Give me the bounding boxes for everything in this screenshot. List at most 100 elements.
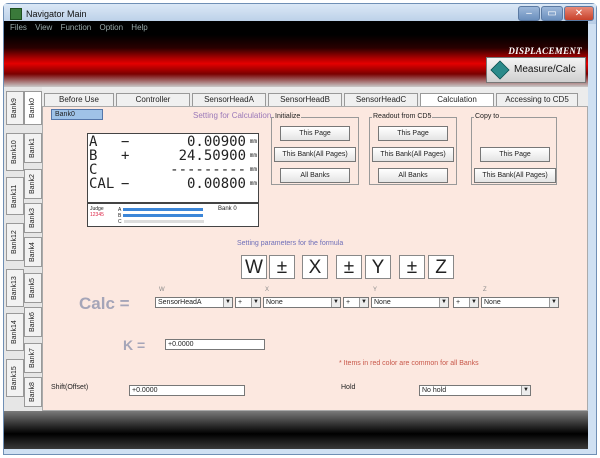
bank-tab-7[interactable]: Bank7 [24,343,42,373]
bank-tab-12[interactable]: Bank12 [6,223,24,261]
judge-digits: 12345 [90,212,104,218]
calc-w-value: SensorHeadA [158,299,202,306]
hold-select[interactable]: No hold ▼ [419,385,531,396]
copyto-title: Copy to [474,113,501,120]
bank-tab-3[interactable]: Bank3 [24,203,42,233]
tab-sensorhead-b[interactable]: SensorHeadB [268,93,342,106]
measure-calc-icon [490,60,510,80]
copy-this-bank-button[interactable]: This Bank(All Pages) [474,168,556,183]
calc-op1-select[interactable]: + ▼ [235,297,261,308]
lcd-row: CAL − 0.00800 mm [89,177,258,191]
readout-title: Readout from CD5 [372,113,433,120]
level-bars: A B C [118,207,210,225]
initialize-this-page-button[interactable]: This Page [280,126,350,141]
copy-this-page-button[interactable]: This Page [480,147,550,162]
tab-sensorhead-c[interactable]: SensorHeadC [344,93,418,106]
dropdown-arrow-icon: ▼ [223,298,232,307]
lcd-sign: + [121,148,130,164]
calculation-panel: Bank0 Setting for Calculation A − 0.0090… [42,106,588,411]
calc-y-select[interactable]: None ▼ [371,297,449,308]
lcd-label: C [89,162,98,178]
page-heading: Setting for Calculation [193,111,272,120]
menu-option[interactable]: Option [99,21,123,35]
readout-all-banks-button[interactable]: All Banks [378,168,448,183]
lcd-row: C --------- mm [89,163,258,177]
readout-group: Readout from CD5 This Page This Bank(All… [369,113,457,185]
formula-w: W [241,255,267,279]
menu-view[interactable]: View [35,21,52,35]
bank-indicator: Bank0 [51,109,103,120]
menu-help[interactable]: Help [131,21,147,35]
tab-controller[interactable]: Controller [116,93,190,106]
readout-this-bank-button[interactable]: This Bank(All Pages) [372,147,454,162]
level-bar-b [123,213,204,217]
initialize-all-banks-button[interactable]: All Banks [280,168,350,183]
initialize-this-bank-button[interactable]: This Bank(All Pages) [274,147,356,162]
lcd-value: --------- [170,162,246,178]
tab-before-use[interactable]: Before Use [44,93,114,106]
bank-tab-11[interactable]: Bank11 [6,177,24,215]
bank-tab-9[interactable]: Bank9 [6,91,24,125]
shift-input[interactable]: +0.0000 [129,385,245,396]
calc-y-value: None [374,299,391,306]
dropdown-arrow-icon: ▼ [359,298,368,307]
lcd-value: 24.50900 [178,148,246,164]
calc-letter-w: W [159,287,165,293]
bank-tab-1[interactable]: Bank1 [24,133,42,163]
bank-tab-5[interactable]: Bank5 [24,273,42,303]
window-title: Navigator Main [26,9,87,19]
dropdown-arrow-icon: ▼ [521,386,530,395]
dropdown-arrow-icon: ▼ [469,298,478,307]
tab-calculation[interactable]: Calculation [420,93,494,106]
calc-z-select[interactable]: None ▼ [481,297,559,308]
initialize-group: Initialize This Page This Bank(All Pages… [271,113,359,185]
calc-x-select[interactable]: None ▼ [263,297,341,308]
calc-letter-y: Y [373,287,378,293]
menu-files[interactable]: Files [10,21,27,35]
lcd-value: 0.00900 [186,134,246,150]
lcd-value: 0.00800 [186,176,246,192]
readout-this-page-button[interactable]: This Page [378,126,448,141]
lcd-sign: − [121,134,130,150]
calc-letter-x: X [265,287,270,293]
bank-tab-13[interactable]: Bank13 [6,269,24,307]
maximize-button[interactable]: ▭ [541,6,563,21]
bank-tab-4[interactable]: Bank4 [24,237,42,267]
formula-pm: ± [336,255,362,279]
lcd-bank-readout: Bank 0 [218,206,237,212]
lcd-unit: mm [249,166,257,173]
tab-sensorhead-a[interactable]: SensorHeadA [192,93,266,106]
close-button[interactable]: ✕ [564,6,594,21]
calc-op2-value: + [346,299,351,306]
k-input[interactable]: +0.0000 [165,339,265,350]
calc-label: Calc = [79,294,130,313]
bank-tab-6[interactable]: Bank6 [24,307,42,337]
calc-op2-select[interactable]: + ▼ [343,297,369,308]
measure-calc-button[interactable]: Measure/Calc [486,57,586,83]
red-items-note: * Items in red color are common for all … [339,360,479,367]
dropdown-arrow-icon: ▼ [251,298,260,307]
bank-tab-2[interactable]: Bank2 [24,169,42,199]
level-bar-a [123,207,204,211]
content-area: Bank9 Bank0 Bank10 Bank1 Bank11 Bank2 Ba… [4,87,588,411]
bank-tabs: Bank9 Bank0 Bank10 Bank1 Bank11 Bank2 Ba… [4,87,42,411]
tab-accessing-cd5[interactable]: Accessing to CD5 [496,93,578,106]
minimize-button[interactable]: – [518,6,540,21]
dropdown-arrow-icon: ▼ [549,298,558,307]
formula-x: X [302,255,328,279]
bank-tab-8[interactable]: Bank8 [24,377,42,407]
formula-title: Setting parameters for the formula [237,240,344,247]
bank-tab-0[interactable]: Bank0 [24,91,42,125]
displacement-label: DISPLACEMENT [508,46,582,56]
bank-tab-15[interactable]: Bank15 [6,359,24,397]
level-bar-c [123,219,204,223]
dropdown-arrow-icon: ▼ [331,298,340,307]
calc-op3-select[interactable]: + ▼ [453,297,479,308]
bank-tab-14[interactable]: Bank14 [6,313,24,351]
menu-function[interactable]: Function [61,21,92,35]
dropdown-arrow-icon: ▼ [439,298,448,307]
shift-label: Shift(Offset) [51,384,89,391]
calc-w-select[interactable]: SensorHeadA ▼ [155,297,233,308]
calc-z-value: None [484,299,501,306]
bank-tab-10[interactable]: Bank10 [6,133,24,171]
